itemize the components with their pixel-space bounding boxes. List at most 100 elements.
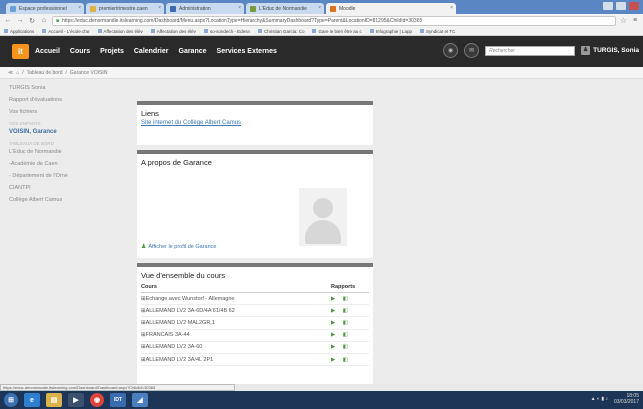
links-panel: Liens Site internet du Collège Albert Ca… (137, 101, 373, 145)
close-icon[interactable]: × (238, 5, 241, 11)
itslearning-logo[interactable]: it (12, 44, 29, 59)
maximize-button[interactable] (616, 2, 626, 10)
window-close-button[interactable] (629, 2, 639, 10)
close-icon[interactable]: × (158, 5, 161, 11)
clock-date: 03/03/2017 (613, 399, 639, 405)
home-icon[interactable]: ⌂ (40, 17, 48, 24)
bookmark-item[interactable]: Infographie | Lapp (369, 29, 412, 34)
explorer-icon[interactable]: ▤ (46, 393, 62, 407)
close-icon[interactable]: × (450, 5, 453, 11)
sidebar-item-dashboard[interactable]: -Académie de Caen (9, 161, 108, 167)
report-icons[interactable]: ▶ ◧ (331, 304, 369, 318)
page-icon (312, 29, 317, 34)
sidebar-item-child[interactable]: VOISIN, Garance (9, 129, 108, 135)
sidebar-section-children: VOS ENFANTS (9, 121, 41, 126)
nav-projets[interactable]: Projets (100, 48, 124, 55)
minimize-button[interactable] (603, 2, 613, 10)
school-website-link[interactable]: Site internet du Collège Albert Camus (137, 120, 373, 126)
messages-icon[interactable]: ✉ (464, 43, 480, 58)
user-menu[interactable]: ♟ TURGIS, Sonia (581, 46, 639, 55)
browser-tab[interactable]: Espace professionnel × (6, 3, 84, 14)
address-bar: ← → ↻ ⌂ ■ https://educ.denormandie.itslea… (0, 14, 643, 27)
page-icon (97, 29, 102, 34)
sidebar-item-reports[interactable]: Rapport d'évaluations (9, 97, 108, 103)
browser-tab-strip: Espace professionnel × premiertrimestre.c… (0, 0, 643, 14)
course-link[interactable]: ⊞Echange avec Wunstorf - Allemagne (141, 292, 331, 306)
sidebar-item-dashboard[interactable]: CIANTPI (9, 185, 108, 191)
page-icon (369, 29, 374, 34)
course-name: ALLEMAND LV2 3A/4L 2P1 (145, 356, 214, 363)
notifications-icon[interactable]: ◉ (443, 43, 459, 58)
bookmark-item[interactable]: Syndicat et TC (419, 29, 455, 34)
report-icons[interactable]: ▶ ◧ (331, 316, 369, 330)
home-icon[interactable]: ⌂ (16, 70, 19, 76)
nav-cours[interactable]: Cours (70, 48, 90, 55)
clock[interactable]: 18:05 03/03/2017 (614, 393, 639, 405)
nav-garance[interactable]: Garance (179, 48, 207, 55)
course-link[interactable]: ⊞ALLEMAND LV2 MAL2GR.1 (141, 316, 331, 330)
sidebar-item-files[interactable]: Vos fichiers (9, 109, 108, 115)
start-button-icon[interactable]: ⊞ (4, 393, 18, 407)
app-icon[interactable]: IDT (110, 393, 126, 407)
breadcrumb-item-dashboard[interactable]: Tableau de bord (27, 70, 63, 76)
course-link[interactable]: ⊞FRANCAIS 3A-44 (141, 329, 331, 342)
sidebar-item-dashboard[interactable]: - Département de l'Orne (9, 173, 108, 179)
course-link[interactable]: ⊞ALLEMAND LV2 3A-60 (141, 341, 331, 354)
page-icon (257, 29, 262, 34)
browser-tab[interactable]: Administration × (166, 3, 244, 14)
course-link[interactable]: ⊞ALLEMAND LV2 3A/4L 2P1 (141, 353, 331, 367)
back-icon[interactable]: ← (4, 17, 12, 24)
report-icons[interactable]: ▶ ◧ (331, 292, 369, 306)
bookmark-item[interactable]: Gare le bien être au c (312, 29, 362, 34)
user-avatar-icon: ♟ (581, 46, 591, 55)
forward-icon[interactable]: → (16, 17, 24, 24)
sidebar-item-user[interactable]: TURGIS Sonia (9, 85, 108, 91)
course-name: ALLEMAND LV2 MAL2GR.1 (145, 319, 215, 326)
bookmark-label: Accueil - L'école d'ar (48, 28, 90, 34)
search-input[interactable]: Rechercher (485, 45, 576, 56)
user-name: TURGIS, Sonia (593, 47, 639, 54)
close-icon[interactable]: × (78, 5, 81, 11)
nav-calendrier[interactable]: Calendrier (134, 48, 169, 55)
browser-tab[interactable]: premiertrimestre.caen × (86, 3, 164, 14)
browser-tab-active[interactable]: Moodle × (326, 3, 456, 14)
bookmark-item[interactable]: so-sondech - Edesn (203, 29, 250, 34)
report-icons[interactable]: ▶ ◧ (331, 341, 369, 354)
bookmark-item[interactable]: Affectation des élèv (150, 29, 196, 34)
apps-icon (4, 29, 8, 34)
lock-icon: ■ (56, 17, 60, 24)
avatar-body-shape (305, 220, 341, 244)
browser-tab[interactable]: L'Educ de Normandie × (246, 3, 324, 14)
app-icon[interactable]: ◢ (132, 393, 148, 407)
tab-favicon-icon (10, 5, 16, 12)
chrome-icon[interactable]: ◉ (90, 393, 104, 407)
nav-services-externes[interactable]: Services Externes (217, 48, 277, 55)
collapse-icon[interactable]: ≪ (8, 70, 13, 76)
bookmark-label: Affectation des élèv (103, 28, 143, 34)
nav-accueil[interactable]: Accueil (35, 48, 60, 55)
close-icon[interactable]: × (318, 5, 321, 11)
tray-icons[interactable]: ▲ ◐ ▮ ♪ (591, 396, 608, 402)
sidebar-section-dashboards: TABLEAUX DE BORD (9, 141, 54, 146)
bookmark-item[interactable]: Affectation des élèv (97, 28, 143, 34)
bookmark-item[interactable]: Christian Garcia: Co (257, 29, 304, 34)
bookmark-item[interactable]: Accueil - L'école d'ar (42, 28, 90, 34)
report-icons[interactable]: ▶ ◧ (331, 329, 369, 342)
bookmark-item[interactable]: Applications (4, 29, 34, 34)
url-field[interactable]: ■ https://educ.denormandie.itslearning.co… (52, 15, 616, 26)
bookmark-star-icon[interactable]: ☆ (620, 16, 627, 25)
menu-icon[interactable]: ≡ (631, 17, 639, 24)
ie-icon[interactable]: e (24, 393, 40, 407)
tab-label: L'Educ de Normandie (259, 5, 307, 12)
tab-favicon-icon (90, 5, 96, 12)
media-icon[interactable]: ▶ (68, 393, 84, 407)
reload-icon[interactable]: ↻ (28, 17, 36, 25)
report-icons[interactable]: ▶ ◧ (331, 353, 369, 367)
view-profile-link[interactable]: ♟ Afficher le profil de Garance (141, 243, 216, 251)
sidebar-item-dashboard[interactable]: L'Educ de Normandie (9, 149, 108, 155)
sidebar-item-dashboard[interactable]: Collège Albert Camus (9, 197, 108, 203)
column-header-course: Cours (141, 282, 331, 293)
tab-favicon-icon (250, 5, 256, 12)
course-link[interactable]: ⊞ALLEMAND LV2 3A-6D/4A 61/4B 62 (141, 304, 331, 318)
about-panel: A propos de Garance ♟ Afficher le profil… (137, 150, 373, 258)
